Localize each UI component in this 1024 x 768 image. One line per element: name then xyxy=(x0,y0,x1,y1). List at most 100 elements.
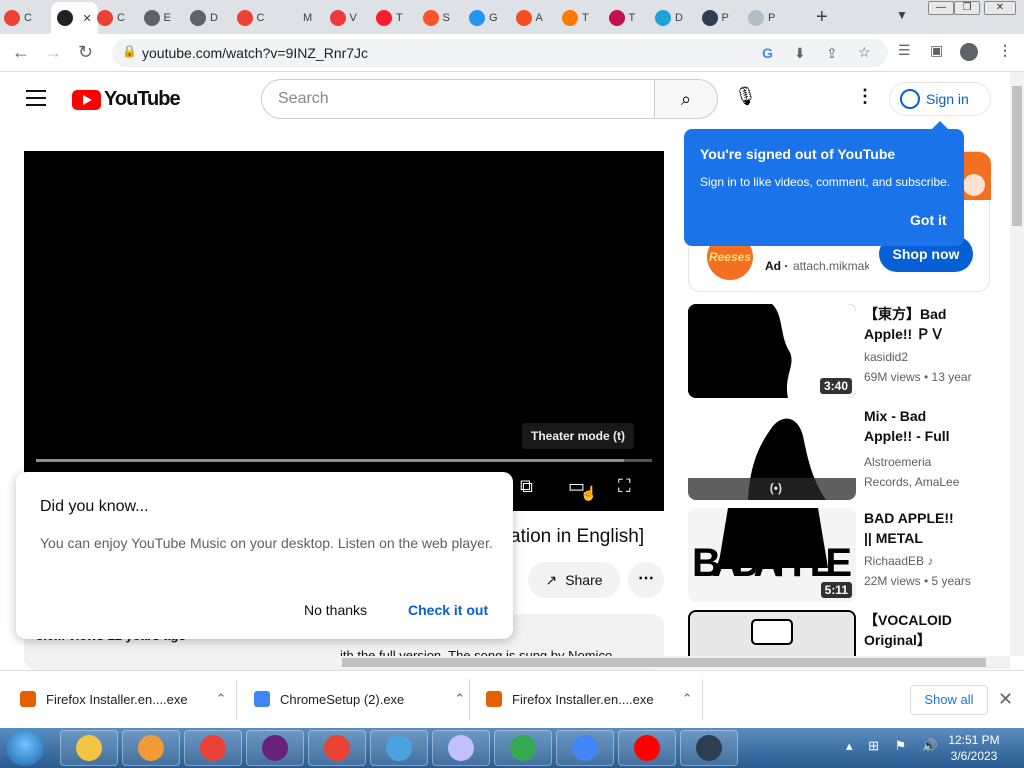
search-button[interactable]: ⌕ xyxy=(654,79,718,119)
download-filename: Firefox Installer.en....exe xyxy=(46,691,188,707)
voice-search-mic-icon[interactable]: 🎙 xyxy=(734,86,757,107)
browser-tab[interactable]: A xyxy=(515,4,543,32)
maximize-button[interactable]: ❐ xyxy=(954,1,980,15)
back-button[interactable]: ← xyxy=(12,42,30,63)
chevron-up-icon[interactable]: ⌃ xyxy=(216,691,227,707)
side-panel-icon[interactable]: ▣ xyxy=(930,42,943,59)
taskbar-app-button[interactable] xyxy=(246,730,304,766)
got-it-button[interactable]: Got it xyxy=(910,212,947,228)
check-it-out-button[interactable]: Check it out xyxy=(408,602,488,618)
video-player[interactable]: Theater mode (t) ⧉ ▭ ☝ ⛶ xyxy=(24,151,664,511)
browser-tab[interactable]: C xyxy=(236,4,264,32)
fullscreen-icon[interactable]: ⛶ xyxy=(618,476,631,497)
video-title[interactable]: 【VOCALOID Original】ECHO xyxy=(864,610,964,650)
new-tab-button[interactable]: + xyxy=(816,6,828,29)
browser-tab[interactable]: P xyxy=(748,4,775,32)
recommendation-item[interactable]: BAD APPLE 5:11 BAD APPLE!! || METAL COVE… xyxy=(688,508,998,604)
taskbar-app-button[interactable] xyxy=(556,730,614,766)
video-title[interactable]: 【東方】Bad Apple!! ＰＶ【影絵】 xyxy=(864,304,964,344)
forward-button[interactable]: → xyxy=(44,42,62,63)
browser-tab[interactable]: E xyxy=(143,4,171,32)
settings-menu-icon[interactable]: ⋮ xyxy=(856,86,874,107)
browser-tab[interactable]: V xyxy=(329,4,357,32)
search-input[interactable]: Search xyxy=(261,79,655,119)
chevron-up-icon[interactable]: ⌃ xyxy=(454,691,465,707)
minimize-button[interactable]: — xyxy=(928,1,954,15)
download-item[interactable]: Firefox Installer.en....exe ⌃ xyxy=(486,691,693,707)
channel-name[interactable]: kasidid2 xyxy=(864,350,972,364)
profile-avatar-icon[interactable] xyxy=(960,43,978,61)
video-thumbnail[interactable]: BAD APPLE 5:11 xyxy=(688,508,856,602)
chevron-up-icon[interactable]: ⌃ xyxy=(682,691,693,707)
browser-tab[interactable]: G xyxy=(469,4,498,32)
reading-list-icon[interactable]: ☰ xyxy=(898,42,911,59)
browser-tab[interactable]: ✕ xyxy=(50,2,98,34)
lock-icon[interactable]: 🔒 xyxy=(122,44,137,58)
video-thumbnail[interactable]: 3:40 xyxy=(688,304,856,398)
browser-tab[interactable]: T xyxy=(562,4,589,32)
video-thumbnail[interactable] xyxy=(688,610,856,656)
show-all-downloads-button[interactable]: Show all xyxy=(910,685,988,715)
youtube-play-logo-icon xyxy=(72,89,101,110)
video-progress-bar[interactable] xyxy=(36,459,652,462)
scrollbar-thumb[interactable] xyxy=(342,658,986,667)
tab-search-chevron-icon[interactable]: ▼ xyxy=(896,8,908,22)
share-page-icon[interactable]: ⇪ xyxy=(826,45,838,62)
close-tab-icon[interactable]: ✕ xyxy=(83,12,92,25)
system-tray[interactable]: ▴ ⊞ ⚑ 🔊 xyxy=(846,738,944,754)
video-title[interactable]: BAD APPLE!! || METAL COVER xyxy=(864,508,964,548)
chrome-icon xyxy=(324,735,350,761)
browser-tab[interactable]: D xyxy=(655,4,683,32)
start-button[interactable] xyxy=(6,730,44,766)
taskbar-app-button[interactable] xyxy=(370,730,428,766)
horizontal-scrollbar[interactable] xyxy=(340,656,1010,669)
vertical-scrollbar[interactable] xyxy=(1010,72,1024,656)
bookmark-star-icon[interactable]: ☆ xyxy=(858,44,871,61)
browser-tab[interactable]: S xyxy=(422,4,450,32)
taskbar-app-button[interactable] xyxy=(680,730,738,766)
browser-tab[interactable]: M xyxy=(283,4,312,32)
taskbar-app-button[interactable] xyxy=(618,730,676,766)
url-text[interactable]: youtube.com/watch?v=9INZ_Rnr7Jc xyxy=(142,45,368,61)
recommendation-item[interactable]: 【VOCALOID Original】ECHO xyxy=(688,610,998,656)
video-title[interactable]: Mix - Bad Apple!! - Full Version xyxy=(864,406,964,446)
reload-button[interactable]: ↻ xyxy=(78,42,93,63)
recommendation-item[interactable]: 3:40 【東方】Bad Apple!! ＰＶ【影絵】 kasidid2 69M… xyxy=(688,304,998,400)
google-lens-icon[interactable]: G xyxy=(762,45,773,61)
browser-menu-icon[interactable]: ⋮ xyxy=(998,42,1012,59)
download-item[interactable]: ChromeSetup (2).exe ⌃ xyxy=(254,691,465,707)
address-bar[interactable]: 🔒 youtube.com/watch?v=9INZ_Rnr7Jc G ⬇ ⇪ … xyxy=(112,39,888,67)
taskbar-clock[interactable]: 12:51 PM 3/6/2023 xyxy=(938,732,1010,764)
download-item[interactable]: Firefox Installer.en....exe ⌃ xyxy=(20,691,227,707)
video-thumbnail[interactable]: (•) xyxy=(688,406,856,500)
close-shelf-icon[interactable]: ✕ xyxy=(998,689,1013,710)
hamburger-menu-icon[interactable] xyxy=(26,90,46,106)
sign-in-button[interactable]: Sign in xyxy=(889,82,991,116)
scrollbar-thumb[interactable] xyxy=(1012,86,1022,226)
taskbar-app-button[interactable] xyxy=(60,730,118,766)
channel-name[interactable]: RichaadEB ♪ xyxy=(864,554,972,568)
browser-tab[interactable]: P xyxy=(701,4,729,32)
install-app-icon[interactable]: ⬇ xyxy=(794,45,806,62)
taskbar-app-button[interactable] xyxy=(184,730,242,766)
taskbar-app-button[interactable] xyxy=(122,730,180,766)
taskbar-app-button[interactable] xyxy=(432,730,490,766)
ad-info-icon[interactable] xyxy=(963,174,985,196)
more-actions-button[interactable]: ⋯ xyxy=(628,562,664,598)
channel-name[interactable]: Alstroemeria Records, AmaLee xyxy=(864,452,972,492)
recommendation-item[interactable]: (•) Mix - Bad Apple!! - Full Version Als… xyxy=(688,406,998,502)
no-thanks-button[interactable]: No thanks xyxy=(304,602,367,618)
browser-tab[interactable]: C xyxy=(97,4,125,32)
browser-tab[interactable]: T xyxy=(608,4,635,32)
tab-label: M xyxy=(303,12,313,24)
youtube-logo[interactable]: YouTube xyxy=(72,88,181,111)
browser-tab[interactable]: T xyxy=(376,4,403,32)
browser-tab[interactable]: D xyxy=(190,4,218,32)
windows-icon xyxy=(515,10,532,26)
taskbar-app-button[interactable] xyxy=(494,730,552,766)
taskbar-app-button[interactable] xyxy=(308,730,366,766)
close-window-button[interactable]: ✕ xyxy=(984,1,1016,15)
browser-tab[interactable]: C xyxy=(4,4,32,32)
miniplayer-icon[interactable]: ⧉ xyxy=(520,476,533,497)
share-button[interactable]: ↗ Share xyxy=(528,562,620,598)
